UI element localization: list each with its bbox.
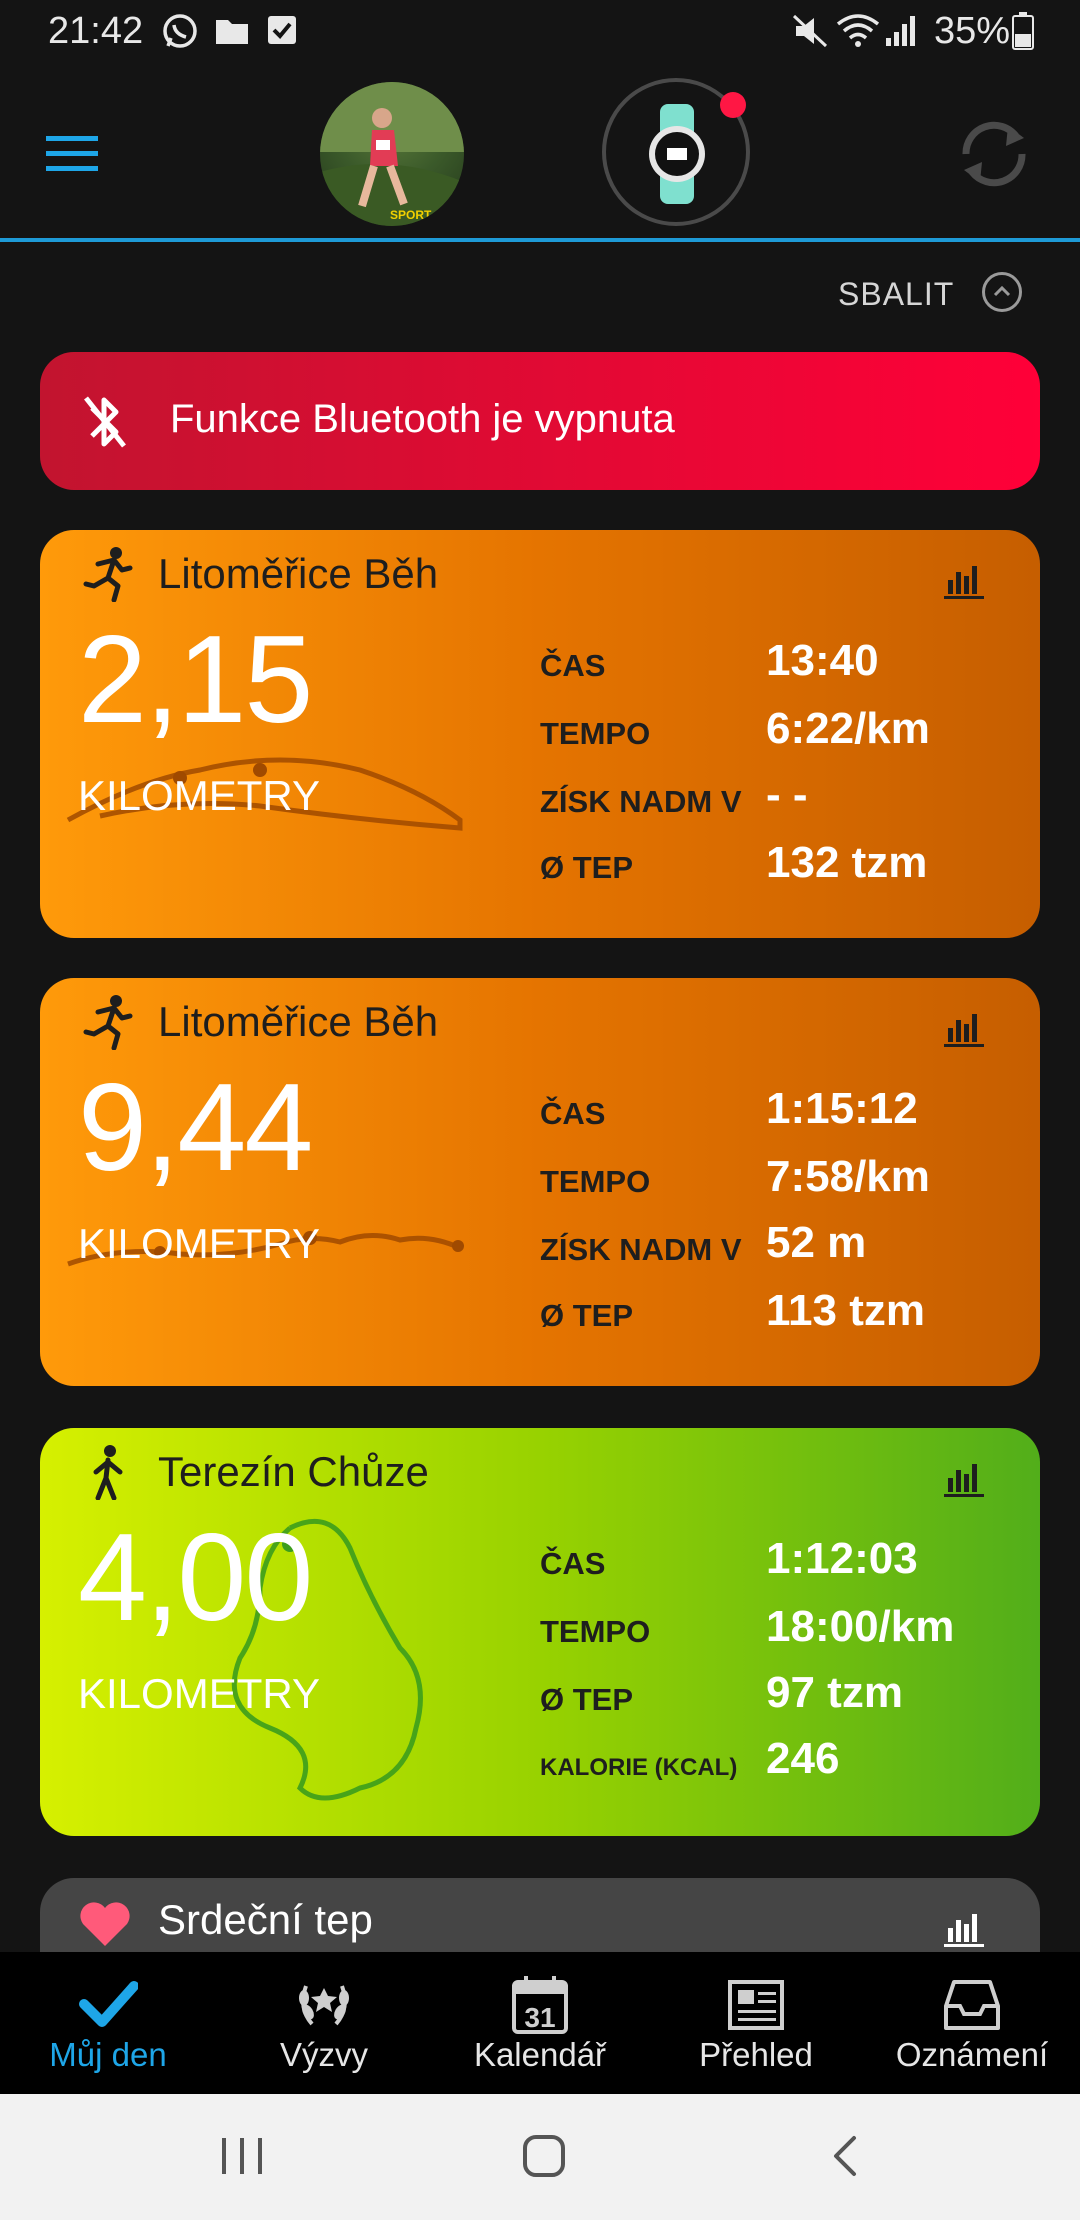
nav-label: Přehled	[699, 2036, 813, 2073]
signal-icon	[886, 16, 915, 46]
battery-percent: 35%	[933, 10, 1010, 52]
bottom-navigation: Můj den Výzvy 31 Kalendář Přehled Oznáme…	[0, 1952, 1080, 2094]
nav-label: Kalendář	[473, 2036, 607, 2073]
home-icon[interactable]	[522, 2134, 566, 2178]
wifi-icon	[836, 14, 880, 47]
nav-challenges[interactable]: Výzvy	[216, 1952, 432, 2094]
chart-icon[interactable]	[944, 1008, 984, 1048]
bluetooth-alert-text: Funkce Bluetooth je vypnuta	[170, 397, 675, 441]
app-header: SPORT	[0, 64, 1080, 242]
stat-value-elevation: - -	[766, 770, 808, 819]
stat-value-pace: 6:22/km	[766, 704, 930, 753]
distance-value: 2,15	[78, 611, 313, 749]
back-icon[interactable]	[830, 2134, 860, 2178]
stat-label-heart-rate: Ø TEP	[540, 1298, 634, 1333]
stat-value-time: 1:15:12	[766, 1084, 918, 1133]
walking-icon	[93, 1445, 123, 1500]
status-bar: 21:42 35%	[0, 0, 1080, 64]
stat-value-time: 13:40	[766, 636, 879, 685]
stat-label-heart-rate: Ø TEP	[540, 1682, 634, 1717]
newspaper-icon	[728, 1980, 784, 2030]
system-navigation-bar	[0, 2094, 1080, 2220]
stat-label-time: ČAS	[540, 1096, 606, 1131]
stat-label-time: ČAS	[540, 648, 606, 683]
running-icon	[83, 547, 133, 602]
nav-calendar[interactable]: 31 Kalendář	[432, 1952, 648, 2094]
stat-label-elevation: ZÍSK NADM V	[540, 1232, 742, 1267]
watch-alert-dot	[720, 92, 746, 118]
nav-label: Můj den	[49, 2036, 167, 2073]
activity-card[interactable]: Terezín Chůze 4,00 KILOMETRY ČAS 1:12:03…	[40, 1428, 1040, 1836]
checkbox-icon	[268, 16, 296, 44]
stat-label-heart-rate: Ø TEP	[540, 850, 634, 885]
heart-icon	[80, 1902, 130, 1946]
whatsapp-icon	[163, 14, 197, 48]
recent-apps-icon[interactable]	[220, 2136, 264, 2176]
running-icon	[83, 995, 133, 1050]
avatar-label: SPORT	[390, 208, 432, 222]
stat-value-calories: 246	[766, 1734, 840, 1783]
distance-unit: KILOMETRY	[78, 1670, 320, 1717]
activity-title: Litoměřice Běh	[158, 998, 439, 1045]
nav-label: Oznámení	[895, 2036, 1049, 2073]
stat-value-elevation: 52 m	[766, 1218, 867, 1267]
chart-icon[interactable]	[944, 1458, 984, 1498]
checkmark-icon	[79, 1981, 138, 2027]
mute-icon	[792, 14, 828, 48]
activity-title: Terezín Chůze	[158, 1448, 429, 1495]
status-time: 21:42	[48, 10, 144, 52]
chart-icon[interactable]	[944, 1908, 984, 1948]
distance-unit: KILOMETRY	[78, 772, 320, 819]
distance-value: 4,00	[78, 1509, 313, 1647]
activity-card[interactable]: Litoměřice Běh 2,15 KILOMETRY ČAS 13:40 …	[40, 530, 1040, 938]
collapse-button[interactable]	[982, 272, 1022, 312]
bluetooth-alert-card[interactable]: Funkce Bluetooth je vypnuta	[40, 352, 1040, 490]
distance-unit: KILOMETRY	[78, 1220, 320, 1267]
stat-label-pace: TEMPO	[540, 716, 651, 751]
chevron-up-icon	[993, 285, 1011, 297]
hamburger-menu-icon[interactable]	[46, 134, 98, 174]
stat-value-pace: 18:00/km	[766, 1602, 955, 1651]
laurel-icon	[299, 1985, 349, 2026]
distance-value: 9,44	[78, 1059, 313, 1197]
stat-value-pace: 7:58/km	[766, 1152, 930, 1201]
watch-icon	[649, 104, 705, 204]
activity-card[interactable]: Litoměřice Běh 9,44 KILOMETRY ČAS 1:15:1…	[40, 978, 1040, 1386]
stat-label-pace: TEMPO	[540, 1614, 651, 1649]
stat-value-heart-rate: 97 tzm	[766, 1668, 903, 1717]
stat-label-elevation: ZÍSK NADM V	[540, 784, 742, 819]
nav-label: Výzvy	[279, 2036, 368, 2073]
stat-value-heart-rate: 132 tzm	[766, 838, 928, 887]
stat-label-calories: KALORIE (KCAL)	[540, 1754, 738, 1781]
chart-icon[interactable]	[944, 560, 984, 600]
collapse-label[interactable]: SBALIT	[838, 276, 954, 313]
nav-overview[interactable]: Přehled	[648, 1952, 864, 2094]
activity-title: Litoměřice Běh	[158, 550, 439, 597]
calendar-day: 31	[524, 2002, 556, 2033]
stat-value-time: 1:12:03	[766, 1534, 918, 1583]
heart-rate-title: Srdeční tep	[158, 1896, 373, 1943]
folder-icon	[216, 20, 248, 44]
battery-icon	[1012, 12, 1034, 50]
bluetooth-off-icon	[84, 396, 126, 448]
stat-label-time: ČAS	[540, 1546, 606, 1581]
stat-label-pace: TEMPO	[540, 1164, 651, 1199]
nav-notifications[interactable]: Oznámení	[864, 1952, 1080, 2094]
inbox-icon	[944, 1980, 1000, 2030]
nav-my-day[interactable]: Můj den	[0, 1952, 216, 2094]
avatar[interactable]: SPORT	[320, 82, 464, 226]
sync-icon[interactable]	[956, 118, 1032, 190]
stat-value-heart-rate: 113 tzm	[766, 1286, 925, 1335]
